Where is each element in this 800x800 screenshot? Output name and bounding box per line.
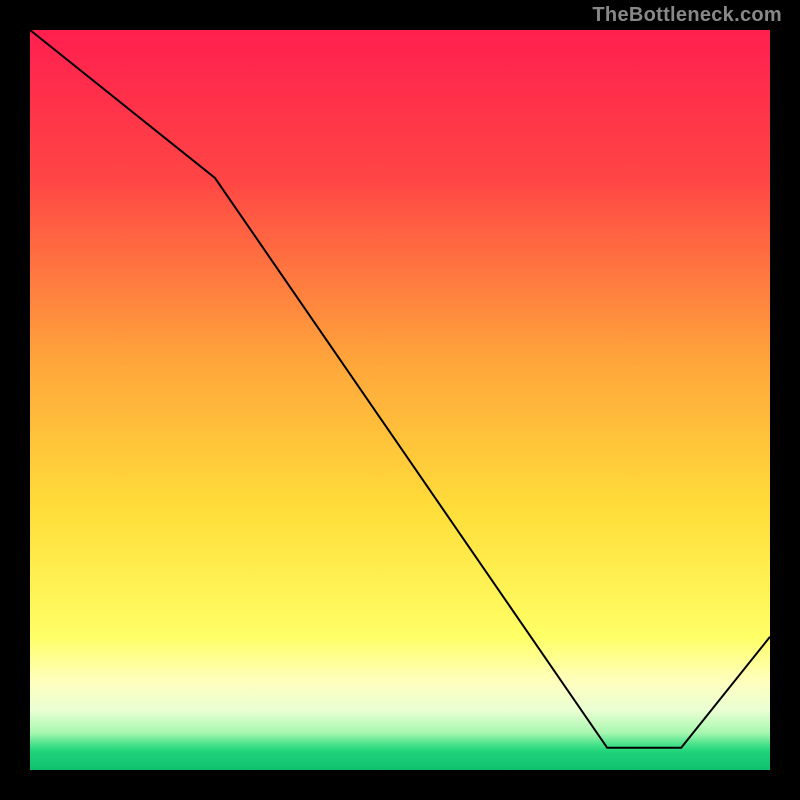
plot-area	[30, 30, 770, 770]
gradient-rect	[30, 30, 770, 770]
chart-frame: TheBottleneck.com	[0, 0, 800, 800]
watermark-text: TheBottleneck.com	[592, 4, 782, 27]
chart-svg	[30, 30, 770, 770]
